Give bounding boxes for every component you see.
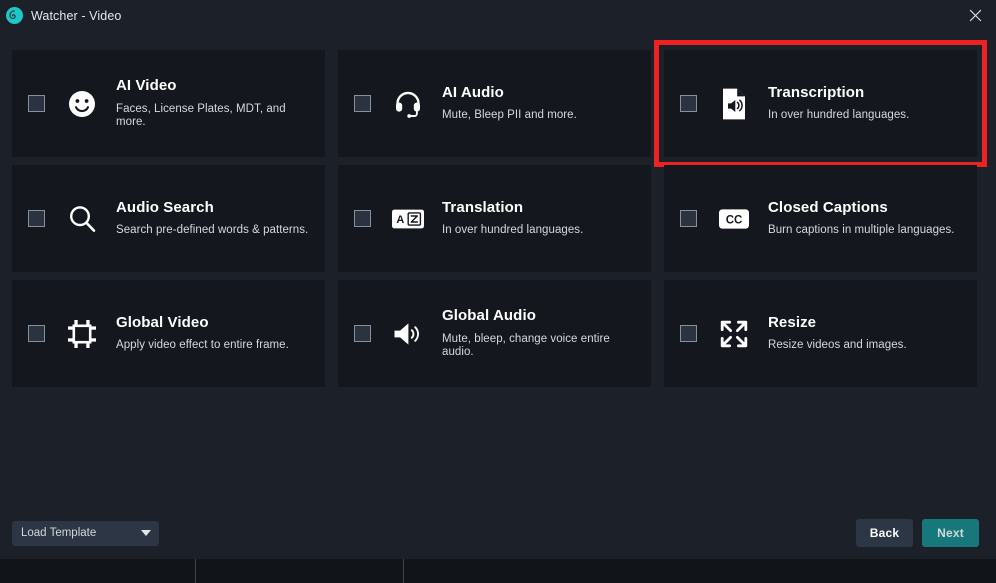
svg-text:CC: CC — [726, 214, 743, 226]
smiley-face-icon — [64, 85, 100, 123]
checkbox-closed-captions[interactable] — [680, 210, 697, 227]
svg-text:A: A — [396, 214, 404, 226]
card-title: AI Video — [116, 76, 177, 94]
checkbox-ai-video[interactable] — [28, 95, 45, 112]
card-ai-video[interactable]: AI Video Faces, License Plates, MDT, and… — [12, 50, 325, 157]
checkbox-audio-search[interactable] — [28, 210, 45, 227]
card-subtitle: Mute, bleep, change voice entire audio. — [442, 332, 610, 359]
card-subtitle: Burn captions in multiple languages. — [768, 224, 955, 237]
next-button[interactable]: Next — [922, 519, 979, 547]
speaker-icon — [390, 315, 426, 353]
load-template-dropdown[interactable]: Load Template — [12, 520, 159, 546]
card-text-closed-captions: Closed Captions Burn captions in multipl… — [768, 199, 955, 239]
card-text-transcription: Transcription In over hundred languages. — [768, 84, 909, 124]
card-title: Transcription — [768, 83, 865, 101]
frame-crop-icon — [64, 315, 100, 353]
chevron-down-icon — [141, 530, 151, 536]
card-title: AI Audio — [442, 83, 504, 101]
card-text-global-video: Global Video Apply video effect to entir… — [116, 314, 289, 354]
document-audio-icon — [716, 85, 752, 123]
close-icon[interactable] — [954, 0, 996, 31]
card-title: Global Video — [116, 313, 209, 331]
card-text-resize: Resize Resize videos and images. — [768, 314, 907, 354]
card-text-global-audio: Global Audio Mute, bleep, change voice e… — [442, 307, 637, 360]
card-text-translation: Translation In over hundred languages. — [442, 199, 583, 239]
bottom-status-strip — [0, 559, 996, 583]
card-transcription[interactable]: Transcription In over hundred languages. — [654, 40, 987, 167]
checkbox-translation[interactable] — [354, 210, 371, 227]
card-subtitle: In over hundred languages. — [442, 224, 584, 237]
search-icon — [64, 200, 100, 238]
card-text-audio-search: Audio Search Search pre-defined words & … — [116, 199, 308, 239]
card-title: Translation — [442, 198, 524, 216]
card-title: Global Audio — [442, 306, 536, 324]
card-translation[interactable]: A Translation In over hundred languages. — [338, 165, 651, 272]
window-title: Watcher - Video — [31, 8, 122, 23]
checkbox-ai-audio[interactable] — [354, 95, 371, 112]
card-subtitle: In over hundred languages. — [768, 109, 910, 122]
card-global-audio[interactable]: Global Audio Mute, bleep, change voice e… — [338, 280, 651, 387]
card-resize[interactable]: Resize Resize videos and images. — [664, 280, 977, 387]
headset-icon — [390, 85, 426, 123]
checkbox-global-audio[interactable] — [354, 325, 371, 342]
footer-bar: Load Template Back Next — [0, 511, 996, 555]
feature-card-grid: AI Video Faces, License Plates, MDT, and… — [12, 40, 987, 395]
checkbox-global-video[interactable] — [28, 325, 45, 342]
card-subtitle: Mute, Bleep PII and more. — [442, 109, 577, 122]
card-subtitle: Faces, License Plates, MDT, and more. — [116, 102, 286, 129]
cc-icon: CC — [716, 200, 752, 238]
card-global-video[interactable]: Global Video Apply video effect to entir… — [12, 280, 325, 387]
card-subtitle: Apply video effect to entire frame. — [116, 339, 289, 352]
translate-icon: A — [390, 200, 426, 238]
load-template-label: Load Template — [21, 527, 97, 539]
card-subtitle: Resize videos and images. — [768, 339, 907, 352]
card-text-ai-audio: AI Audio Mute, Bleep PII and more. — [442, 84, 577, 124]
card-closed-captions[interactable]: CC Closed Captions Burn captions in mult… — [664, 165, 977, 272]
back-button[interactable]: Back — [856, 519, 913, 547]
expand-arrows-icon — [716, 315, 752, 353]
watcher-spiral-icon — [6, 7, 23, 24]
title-bar: Watcher - Video — [0, 0, 996, 31]
card-title: Audio Search — [116, 198, 214, 216]
card-ai-audio[interactable]: AI Audio Mute, Bleep PII and more. — [338, 50, 651, 157]
strip-cell-2 — [196, 559, 403, 583]
card-subtitle: Search pre-defined words & patterns. — [116, 224, 309, 237]
card-title: Closed Captions — [768, 198, 888, 216]
checkbox-transcription[interactable] — [680, 95, 697, 112]
strip-cell-3 — [404, 559, 996, 583]
checkbox-resize[interactable] — [680, 325, 697, 342]
card-title: Resize — [768, 313, 817, 331]
card-audio-search[interactable]: Audio Search Search pre-defined words & … — [12, 165, 325, 272]
strip-cell-1 — [0, 559, 195, 583]
card-text-ai-video: AI Video Faces, License Plates, MDT, and… — [116, 77, 311, 130]
